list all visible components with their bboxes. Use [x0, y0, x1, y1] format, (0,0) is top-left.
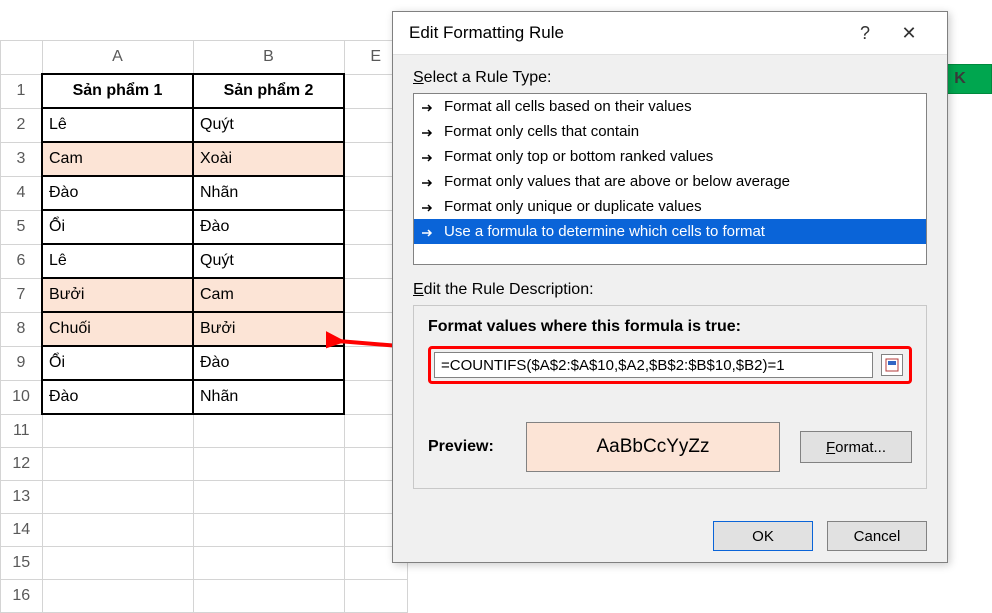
cell[interactable]: Cam — [193, 278, 344, 312]
preview-sample: AaBbCcYyZz — [526, 422, 780, 472]
rule-type-item[interactable]: Use a formula to determine which cells t… — [414, 219, 926, 244]
cell[interactable]: Bưởi — [42, 278, 193, 312]
rule-type-item[interactable]: Format only values that are above or bel… — [414, 169, 926, 194]
cell[interactable] — [193, 414, 344, 448]
bullet-icon — [422, 173, 438, 190]
bullet-icon — [422, 223, 438, 240]
collapse-dialog-icon[interactable] — [881, 354, 903, 376]
cell[interactable]: Đào — [42, 380, 193, 414]
cell[interactable]: Lê — [42, 108, 193, 142]
row-header[interactable]: 10 — [1, 380, 43, 414]
rule-description-panel: Format values where this formula is true… — [413, 305, 927, 489]
cell[interactable] — [42, 481, 193, 514]
cell[interactable] — [42, 448, 193, 481]
table-header-a[interactable]: Sản phẩm 1 — [42, 74, 193, 108]
cell[interactable]: Nhãn — [193, 380, 344, 414]
cell[interactable] — [193, 448, 344, 481]
cell[interactable] — [42, 547, 193, 580]
cell[interactable]: Quýt — [193, 244, 344, 278]
preview-label: Preview: — [428, 438, 506, 456]
bullet-icon — [422, 98, 438, 115]
rule-type-item[interactable]: Format only cells that contain — [414, 119, 926, 144]
row-header[interactable]: 16 — [1, 580, 43, 613]
formula-highlight — [428, 346, 912, 384]
cell[interactable] — [193, 580, 344, 613]
format-button[interactable]: Format... — [800, 431, 912, 463]
bullet-icon — [422, 123, 438, 140]
help-button[interactable]: ? — [843, 23, 887, 44]
rule-type-label: Select a Rule Type: — [413, 69, 927, 87]
bullet-icon — [422, 198, 438, 215]
rule-type-item[interactable]: Format all cells based on their values — [414, 94, 926, 119]
select-all-cell[interactable] — [1, 41, 43, 75]
formula-input[interactable] — [434, 352, 873, 378]
row-header[interactable]: 7 — [1, 278, 43, 312]
cell[interactable] — [42, 580, 193, 613]
row-header[interactable]: 1 — [1, 74, 43, 108]
cell[interactable] — [42, 414, 193, 448]
row-header[interactable]: 4 — [1, 176, 43, 210]
row-header[interactable]: 13 — [1, 481, 43, 514]
row-header[interactable]: 6 — [1, 244, 43, 278]
cell[interactable]: Nhãn — [193, 176, 344, 210]
row-header[interactable]: 14 — [1, 514, 43, 547]
rule-type-item[interactable]: Format only top or bottom ranked values — [414, 144, 926, 169]
cell[interactable] — [193, 481, 344, 514]
cell[interactable]: Xoài — [193, 142, 344, 176]
edit-description-label: Edit the Rule Description: — [413, 281, 927, 299]
row-header[interactable]: 2 — [1, 108, 43, 142]
formula-label: Format values where this formula is true… — [428, 318, 912, 336]
cell[interactable] — [344, 580, 408, 613]
rule-type-item[interactable]: Format only unique or duplicate values — [414, 194, 926, 219]
row-header[interactable]: 5 — [1, 210, 43, 244]
cell[interactable]: Cam — [42, 142, 193, 176]
cell[interactable]: Chuối — [42, 312, 193, 346]
table-header-b[interactable]: Sản phẩm 2 — [193, 74, 344, 108]
cell[interactable] — [42, 514, 193, 547]
cell[interactable]: Lê — [42, 244, 193, 278]
col-header-a[interactable]: A — [42, 41, 193, 75]
cell[interactable]: Ổi — [42, 346, 193, 380]
cancel-button[interactable]: Cancel — [827, 521, 927, 551]
cell[interactable]: Đào — [193, 346, 344, 380]
cell[interactable]: Đào — [193, 210, 344, 244]
edit-formatting-rule-dialog: Edit Formatting Rule ? ✕ Select a Rule T… — [392, 11, 948, 563]
row-header[interactable]: 12 — [1, 448, 43, 481]
cell[interactable]: Quýt — [193, 108, 344, 142]
cell[interactable] — [193, 547, 344, 580]
bullet-icon — [422, 148, 438, 165]
col-header-b[interactable]: B — [193, 41, 344, 75]
row-header[interactable]: 11 — [1, 414, 43, 448]
cell[interactable]: Ổi — [42, 210, 193, 244]
rule-type-list[interactable]: Format all cells based on their valuesFo… — [413, 93, 927, 265]
cell[interactable]: Đào — [42, 176, 193, 210]
dialog-title: Edit Formatting Rule — [409, 23, 843, 43]
close-button[interactable]: ✕ — [887, 23, 931, 44]
row-header[interactable]: 9 — [1, 346, 43, 380]
cell[interactable] — [193, 514, 344, 547]
titlebar: Edit Formatting Rule ? ✕ — [393, 12, 947, 55]
ok-button[interactable]: OK — [713, 521, 813, 551]
row-header[interactable]: 8 — [1, 312, 43, 346]
cell[interactable]: Bưởi — [193, 312, 344, 346]
row-header[interactable]: 15 — [1, 547, 43, 580]
row-header[interactable]: 3 — [1, 142, 43, 176]
